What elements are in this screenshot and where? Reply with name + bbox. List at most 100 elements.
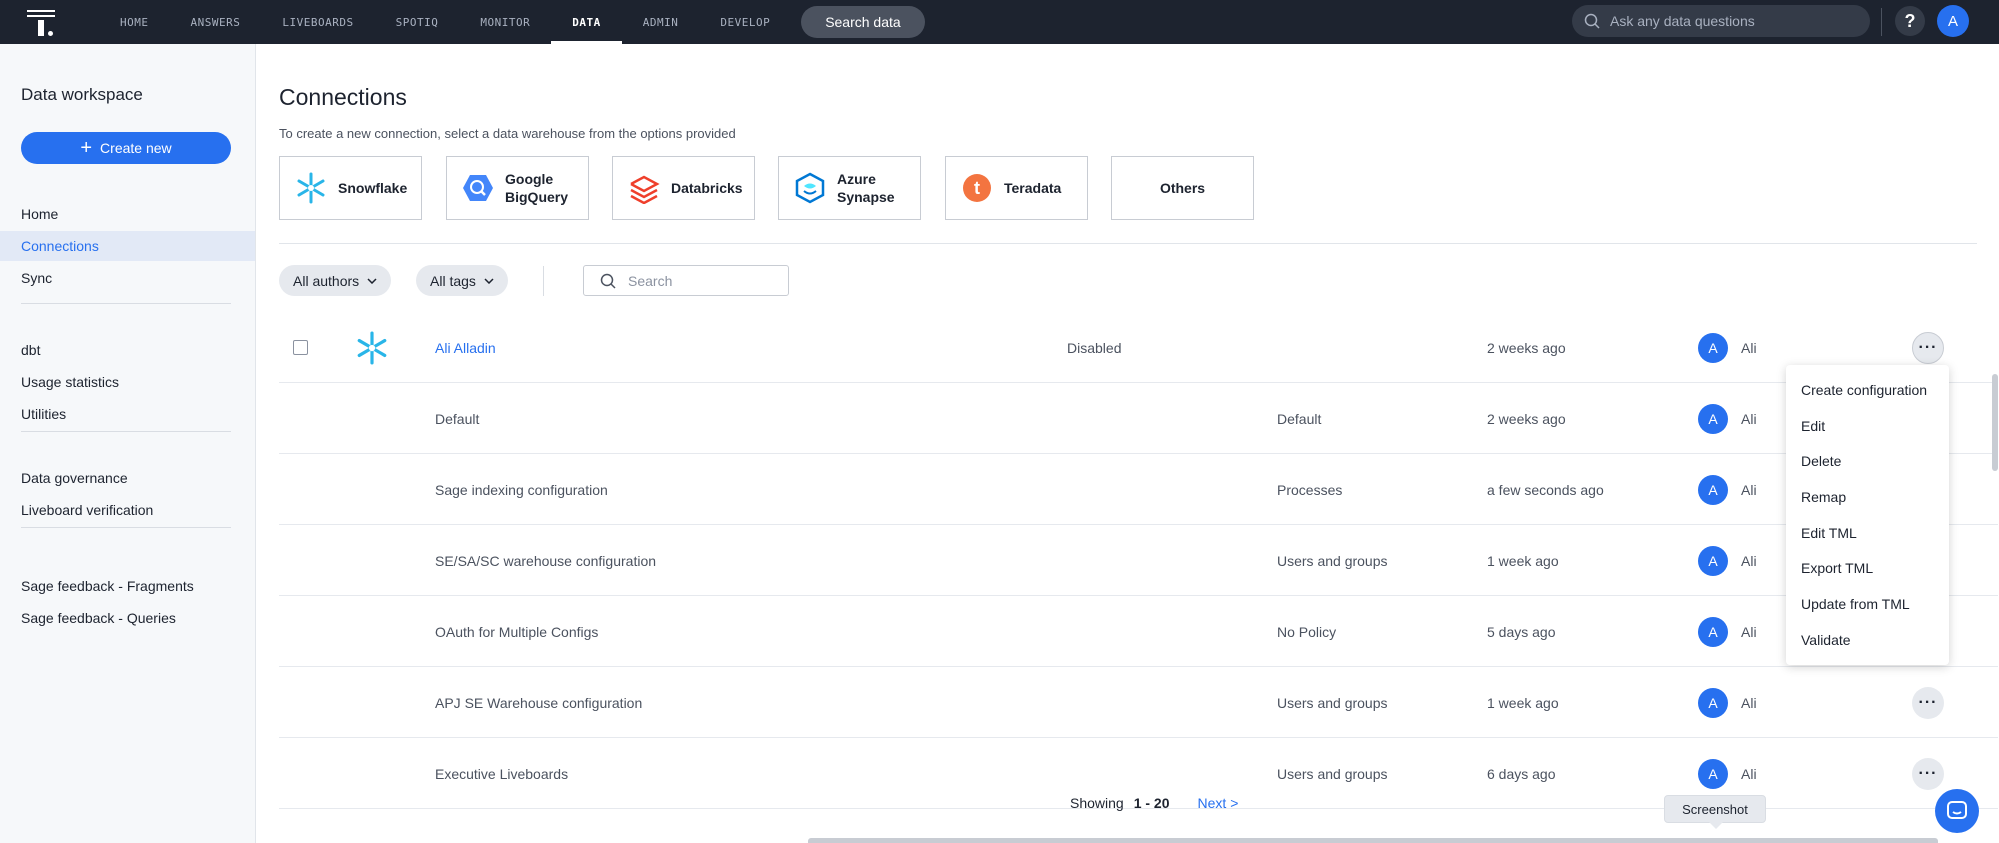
scrollbar-thumb[interactable] xyxy=(1992,374,1998,471)
warehouse-label: Azure Synapse xyxy=(837,171,895,205)
row-avatar-cell: A xyxy=(1698,667,1728,738)
chevron-down-icon xyxy=(367,277,377,284)
configuration-row[interactable]: SE/SA/SC warehouse configuration Users an… xyxy=(279,525,1998,596)
menu-item-create-configuration[interactable]: Create configuration xyxy=(1786,372,1949,408)
warehouse-card-others[interactable]: Others xyxy=(1111,156,1254,220)
row-policy: Users and groups xyxy=(1277,765,1388,782)
create-new-label: Create new xyxy=(100,140,172,156)
page-title: Connections xyxy=(279,84,407,110)
bottom-panel-edge xyxy=(808,838,1938,843)
nav-admin[interactable]: ADMIN xyxy=(622,0,700,44)
sidebar-item-sage-feedback-queries[interactable]: Sage feedback - Queries xyxy=(0,603,255,633)
chat-icon xyxy=(1947,801,1967,819)
pagination: Showing 1 - 20 Next > xyxy=(1070,795,1238,811)
search-data-button[interactable]: Search data xyxy=(801,6,925,38)
more-options-button[interactable]: ··· xyxy=(1912,757,1944,790)
nav-monitor[interactable]: MONITOR xyxy=(459,0,551,44)
row-name[interactable]: Ali Alladin xyxy=(435,312,496,383)
row-avatar-cell: A xyxy=(1698,525,1728,596)
nav-spotiq[interactable]: SPOTIQ xyxy=(375,0,460,44)
sidebar-item-data-governance[interactable]: Data governance xyxy=(0,463,255,493)
menu-item-edit-tml[interactable]: Edit TML xyxy=(1786,515,1949,551)
row-modified-time: 5 days ago xyxy=(1487,623,1556,640)
snowflake-icon xyxy=(294,171,328,205)
menu-item-remap[interactable]: Remap xyxy=(1786,479,1949,515)
menu-item-validate[interactable]: Validate xyxy=(1786,622,1949,658)
row-name: Sage indexing configuration xyxy=(435,481,608,498)
row-author: Ali xyxy=(1741,694,1757,711)
sidebar-item-utilities[interactable]: Utilities xyxy=(0,399,255,429)
menu-item-export-tml[interactable]: Export TML xyxy=(1786,550,1949,586)
search-icon xyxy=(600,273,616,289)
row-policy: Default xyxy=(1277,410,1322,427)
row-avatar-cell: A xyxy=(1698,454,1728,525)
workspace-title: Data workspace xyxy=(21,85,143,104)
warehouse-card-snowflake[interactable]: Snowflake xyxy=(279,156,422,220)
sidebar-item-sync[interactable]: Sync xyxy=(0,263,255,293)
avatar: A xyxy=(1698,687,1728,718)
bigquery-icon xyxy=(461,171,495,205)
chat-button[interactable] xyxy=(1935,789,1979,833)
sidebar-item-dbt[interactable]: dbt xyxy=(0,335,255,365)
next-page-link[interactable]: Next > xyxy=(1198,795,1239,811)
avatar: A xyxy=(1698,403,1728,434)
row-modified-time: 2 weeks ago xyxy=(1487,339,1566,356)
row-policy: No Policy xyxy=(1277,623,1337,640)
nav-develop[interactable]: DEVELOP xyxy=(699,0,791,44)
authors-filter[interactable]: All authors xyxy=(279,265,392,296)
row-more-cell: ··· xyxy=(1912,667,1944,738)
warehouse-card-teradata[interactable]: t Teradata xyxy=(945,156,1088,220)
more-options-button[interactable]: ··· xyxy=(1912,686,1944,719)
tags-filter[interactable]: All tags xyxy=(416,265,508,296)
configuration-row[interactable]: APJ SE Warehouse configuration Users and … xyxy=(279,667,1998,738)
warehouse-card-bigquery[interactable]: Google BigQuery xyxy=(446,156,589,220)
row-checkbox[interactable] xyxy=(293,340,308,355)
teradata-icon: t xyxy=(960,171,994,205)
row-avatar-cell: A xyxy=(1698,383,1728,454)
row-modified-time: 1 week ago xyxy=(1487,552,1559,569)
row-author: Ali xyxy=(1741,410,1757,427)
authors-filter-label: All authors xyxy=(293,272,360,289)
more-options-button[interactable]: ··· xyxy=(1912,331,1944,364)
configuration-row[interactable]: Sage indexing configuration Processes a fe… xyxy=(279,454,1998,525)
ask-data-input[interactable]: Ask any data questions xyxy=(1572,5,1870,37)
sidebar-item-sage-feedback-fragments[interactable]: Sage feedback - Fragments xyxy=(0,571,255,601)
menu-item-delete[interactable]: Delete xyxy=(1786,443,1949,479)
plus-icon: + xyxy=(80,137,93,159)
nav-liveboards[interactable]: LIVEBOARDS xyxy=(261,0,374,44)
sidebar: Data workspace + Create new Home Connecti… xyxy=(0,44,256,843)
nav-data[interactable]: DATA xyxy=(551,0,622,44)
filter-divider xyxy=(543,266,544,296)
warehouse-label: Snowflake xyxy=(338,180,408,196)
row-name: Executive Liveboards xyxy=(435,765,569,782)
sidebar-item-liveboard-verification[interactable]: Liveboard verification xyxy=(0,495,255,525)
sidebar-item-connections[interactable]: Connections xyxy=(0,231,255,261)
row-name: Default xyxy=(435,410,480,427)
row-policy: Processes xyxy=(1277,481,1343,498)
avatar: A xyxy=(1698,616,1728,647)
user-avatar[interactable]: A xyxy=(1937,5,1969,37)
warehouse-label: Others xyxy=(1159,180,1206,196)
pagination-range: 1 - 20 xyxy=(1133,795,1170,811)
warehouse-card-azure-synapse[interactable]: Azure Synapse xyxy=(778,156,921,220)
nav-answers[interactable]: ANSWERS xyxy=(170,0,262,44)
top-nav: HOME ANSWERS LIVEBOARDS SPOTIQ MONITOR DATA AD… xyxy=(0,0,1999,44)
sidebar-item-usage-statistics[interactable]: Usage statistics xyxy=(0,367,255,397)
thoughtspot-logo-icon[interactable] xyxy=(27,7,57,37)
warehouse-card-databricks[interactable]: Databricks xyxy=(612,156,755,220)
row-modified-time: a few seconds ago xyxy=(1487,481,1604,498)
sidebar-item-home[interactable]: Home xyxy=(0,199,255,229)
help-button[interactable]: ? xyxy=(1895,6,1925,36)
row-author: Ali xyxy=(1741,481,1757,498)
create-new-button[interactable]: + Create new xyxy=(21,132,231,164)
nav-home[interactable]: HOME xyxy=(99,0,170,44)
menu-item-update-from-tml[interactable]: Update from TML xyxy=(1786,586,1949,622)
configuration-row[interactable]: OAuth for Multiple Configs No Policy 5 day… xyxy=(279,596,1998,667)
search-input[interactable]: Search xyxy=(583,265,789,296)
configuration-row[interactable]: Default Default 2 weeks ago A Ali xyxy=(279,383,1998,454)
connection-row[interactable]: Ali Alladin Disabled 2 weeks ago A Ali ··· xyxy=(279,312,1998,383)
row-policy: Users and groups xyxy=(1277,552,1388,569)
avatar: A xyxy=(1698,758,1728,789)
snowflake-icon xyxy=(355,312,389,383)
menu-item-edit[interactable]: Edit xyxy=(1786,408,1949,444)
